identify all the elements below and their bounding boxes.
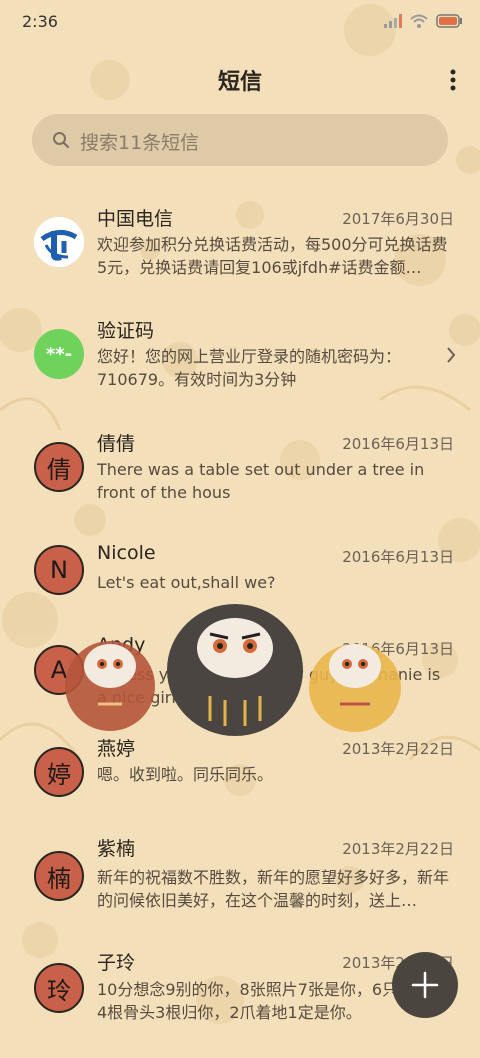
new-message-button[interactable]	[392, 952, 458, 1018]
search-placeholder: 搜索11条短信	[80, 132, 200, 154]
signal-icon	[384, 14, 402, 28]
conversation-name: 验证码	[97, 320, 155, 342]
search-input[interactable]: 搜索11条短信	[32, 114, 448, 166]
title-bar: 短信	[0, 56, 480, 102]
more-vertical-icon[interactable]	[448, 68, 458, 92]
contact-avatar: N	[34, 545, 84, 595]
conversation-preview: 欢迎参加积分兑换话费活动，每500分可兑换话费5元，兑换话费请回复106或jfd…	[97, 235, 448, 277]
china-telecom-logo-icon	[34, 217, 84, 267]
contact-avatar: 玲	[34, 963, 84, 1013]
conversation-date: 2016年6月13日	[342, 640, 454, 658]
conversation-date: 2017年6月30日	[342, 210, 454, 228]
conversation-preview: 您好！您的网上营业厅登录的随机密码为：710679。有效时间为3分钟	[97, 347, 402, 389]
contact-avatar: A	[34, 645, 84, 695]
conversation-name: 燕婷	[97, 738, 136, 760]
contact-avatar: 楠	[34, 851, 84, 901]
conversation-row[interactable]: 倩 倩倩 2016年6月13日 There was a table set ou…	[0, 415, 480, 525]
conversation-name: Nicole	[97, 542, 156, 564]
conversation-row[interactable]: 楠 紫楠 2013年2月22日 新年的祝福数不胜数，新年的愿望好多好多，新年的问…	[0, 834, 480, 944]
conversation-preview: There was a table set out under a tree i…	[97, 460, 425, 502]
conversation-preview: 新年的祝福数不胜数，新年的愿望好多好多，新年的问候依旧美好，在这个温馨的时刻，送…	[97, 868, 450, 910]
conversation-preview: I guess you're some lucky guy.Stephanie …	[97, 665, 441, 707]
wifi-icon	[410, 14, 428, 28]
conversation-preview: 嗯。收到啦。同乐同乐。	[97, 765, 274, 784]
conversation-row[interactable]: 婷 燕婷 2013年2月22日 嗯。收到啦。同乐同乐。	[0, 720, 480, 830]
contact-avatar: 婷	[34, 747, 84, 797]
conversation-name: 子玲	[97, 952, 136, 974]
conversation-name: 中国电信	[97, 208, 174, 230]
conversation-name: Andy	[97, 634, 146, 656]
page-title: 短信	[217, 70, 262, 95]
conversation-name: 倩倩	[97, 433, 136, 455]
status-time: 2:36	[22, 12, 58, 31]
conversation-date: 2013年2月22日	[342, 840, 454, 858]
plus-icon	[411, 971, 439, 999]
verification-code-avatar: **-	[34, 329, 84, 379]
conversation-row[interactable]: 中国电信 2017年6月30日 欢迎参加积分兑换话费活动，每500分可兑换话费5…	[0, 190, 480, 300]
conversation-date: 2016年6月13日	[342, 435, 454, 453]
conversation-preview: Let's eat out,shall we?	[97, 573, 276, 592]
status-bar: 2:36	[0, 0, 480, 44]
conversation-date: 2013年2月22日	[342, 740, 454, 758]
search-icon	[53, 132, 70, 149]
conversation-row[interactable]: A Andy 2016年6月13日 I guess you're some lu…	[0, 620, 480, 730]
chevron-right-icon[interactable]	[446, 346, 456, 364]
conversation-name: 紫楠	[97, 838, 136, 860]
conversation-date: 2016年6月13日	[342, 548, 454, 566]
status-icons	[384, 14, 462, 28]
battery-icon	[436, 14, 462, 28]
conversation-row[interactable]: **- 验证码 您好！您的网上营业厅登录的随机密码为：710679。有效时间为3…	[0, 302, 480, 412]
contact-avatar: 倩	[34, 442, 84, 492]
